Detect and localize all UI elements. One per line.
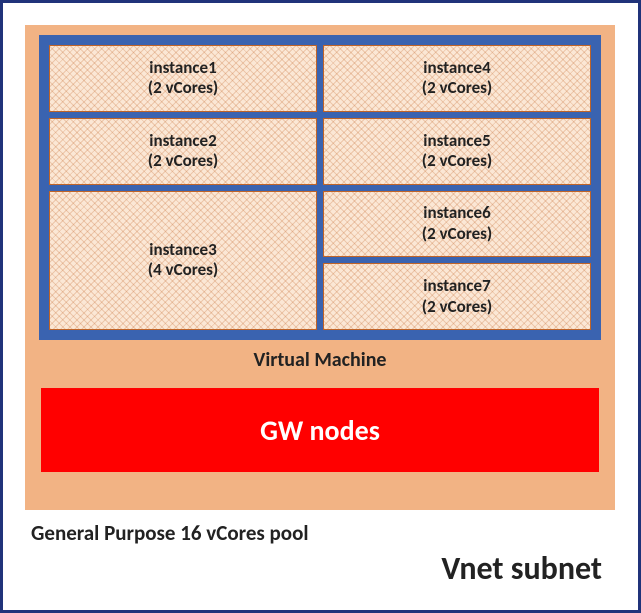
pool-container: instance1 (2 vCores) instance4 (2 vCores… xyxy=(25,25,615,510)
vnet-subnet-container: instance1 (2 vCores) instance4 (2 vCores… xyxy=(0,0,641,613)
instance-cores: (2 vCores) xyxy=(148,151,218,171)
pool-label: General Purpose 16 vCores pool xyxy=(31,520,616,546)
instance-cores: (2 vCores) xyxy=(422,297,492,317)
instance-cores: (2 vCores) xyxy=(422,78,492,98)
instance-box-2: instance2 (2 vCores) xyxy=(49,118,317,185)
instance-name: instance3 xyxy=(149,240,216,260)
instance-box-5: instance5 (2 vCores) xyxy=(323,118,591,185)
vnet-subnet-label: Vnet subnet xyxy=(25,549,602,588)
instance-cores: (2 vCores) xyxy=(422,151,492,171)
instance-name: instance1 xyxy=(149,58,216,78)
virtual-machine-box: instance1 (2 vCores) instance4 (2 vCores… xyxy=(39,35,601,340)
instance-box-7: instance7 (2 vCores) xyxy=(323,263,591,330)
instance-name: instance6 xyxy=(423,203,490,223)
instance-name: instance5 xyxy=(423,131,490,151)
instance-box-6: instance6 (2 vCores) xyxy=(323,191,591,258)
instance-grid: instance1 (2 vCores) instance4 (2 vCores… xyxy=(49,45,591,330)
instance-box-1: instance1 (2 vCores) xyxy=(49,45,317,112)
instance-box-3: instance3 (4 vCores) xyxy=(49,191,317,331)
instance-box-4: instance4 (2 vCores) xyxy=(323,45,591,112)
instance-cores: (2 vCores) xyxy=(422,224,492,244)
gw-nodes-label: GW nodes xyxy=(260,413,380,448)
instance-cores: (4 vCores) xyxy=(148,260,218,280)
gw-nodes-box: GW nodes xyxy=(41,388,599,472)
virtual-machine-label: Virtual Machine xyxy=(39,348,601,372)
instance-name: instance7 xyxy=(423,276,490,296)
instance-name: instance2 xyxy=(149,131,216,151)
instance-cores: (2 vCores) xyxy=(148,78,218,98)
instance-name: instance4 xyxy=(423,58,490,78)
